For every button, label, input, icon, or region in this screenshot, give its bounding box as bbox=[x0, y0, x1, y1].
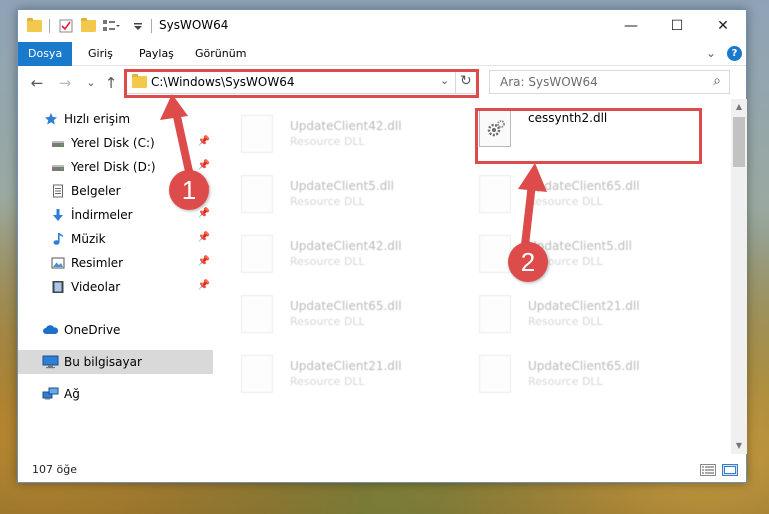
arrow-2-head bbox=[518, 163, 547, 192]
arrow-2-shaft bbox=[521, 180, 536, 249]
arrow-1-shaft bbox=[172, 108, 194, 180]
step-1-badge: 1 bbox=[169, 170, 209, 210]
step-2-badge: 2 bbox=[508, 242, 548, 282]
annotation-arrows bbox=[160, 94, 547, 249]
arrow-1-head bbox=[160, 94, 188, 120]
